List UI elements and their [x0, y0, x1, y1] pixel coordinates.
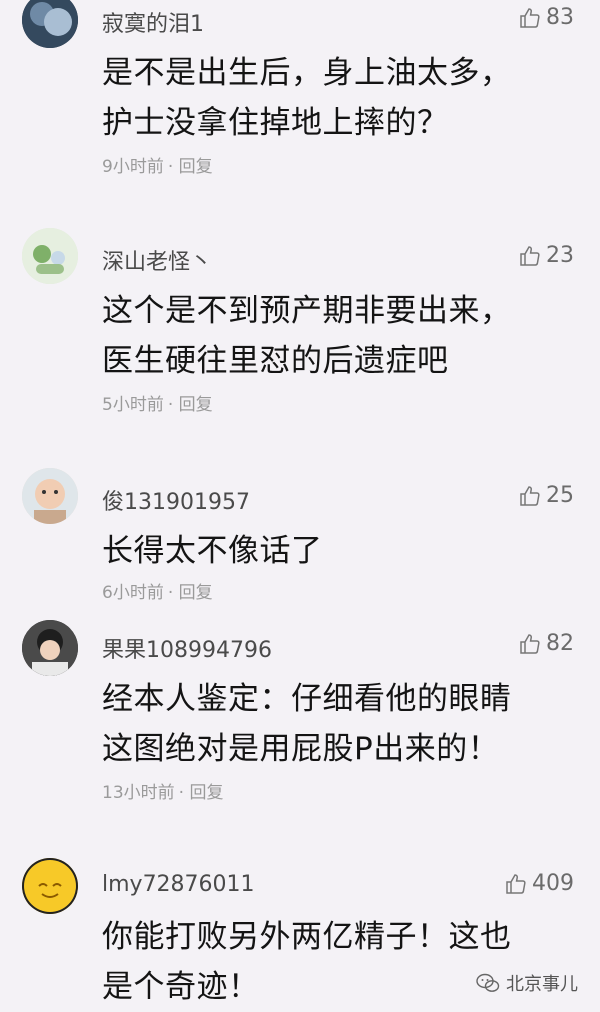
- timestamp: 13小时前: [102, 783, 175, 803]
- like-count: 409: [532, 871, 574, 896]
- reply-link[interactable]: · 回复: [179, 783, 224, 803]
- username[interactable]: 果果108994796: [102, 632, 272, 664]
- thumbs-up-icon: [520, 485, 540, 506]
- like-count: 82: [546, 631, 574, 656]
- like-count: 83: [546, 5, 574, 30]
- reply-link[interactable]: · 回复: [168, 395, 213, 415]
- username[interactable]: lmy72876011: [102, 872, 255, 897]
- username[interactable]: 寂寞的泪1: [102, 6, 204, 38]
- like-count: 25: [546, 483, 574, 508]
- wechat-icon: [476, 973, 500, 992]
- watermark: 北京事儿: [476, 970, 578, 996]
- username[interactable]: 俊131901957: [102, 484, 250, 516]
- like-button[interactable]: 23: [518, 243, 574, 268]
- thumbs-up-icon: [520, 633, 540, 654]
- avatar[interactable]: [22, 228, 78, 284]
- reply-link[interactable]: · 回复: [168, 157, 213, 177]
- watermark-text: 北京事儿: [506, 974, 578, 995]
- timestamp: 5小时前: [102, 395, 164, 415]
- timestamp: 6小时前: [102, 583, 164, 603]
- like-count: 23: [546, 243, 574, 268]
- avatar[interactable]: [22, 0, 78, 48]
- like-button[interactable]: 82: [518, 631, 574, 656]
- avatar[interactable]: [22, 620, 78, 676]
- like-button[interactable]: 25: [518, 483, 574, 508]
- reply-link[interactable]: · 回复: [168, 583, 213, 603]
- thumbs-up-icon: [520, 7, 540, 28]
- comment-meta: 5小时前 · 回复: [102, 390, 213, 415]
- like-button[interactable]: 409: [504, 871, 574, 896]
- comment-text: 是不是出生后，身上油太多， 护士没拿住掉地上摔的？: [102, 55, 512, 141]
- avatar[interactable]: [22, 858, 78, 914]
- avatar[interactable]: [22, 468, 78, 524]
- thumbs-up-icon: [520, 245, 540, 266]
- comment-text: 这个是不到预产期非要出来， 医生硬往里怼的后遗症吧: [102, 293, 512, 379]
- comment-meta: 9小时前 · 回复: [102, 152, 213, 177]
- comment-meta: 6小时前 · 回复: [102, 578, 213, 603]
- comment-meta: 13小时前 · 回复: [102, 778, 223, 803]
- thumbs-up-icon: [506, 873, 526, 894]
- like-button[interactable]: 83: [518, 5, 574, 30]
- comment-text: 长得太不像话了: [102, 533, 323, 569]
- comment-text: 经本人鉴定：仔细看他的眼睛 这图绝对是用屁股P出来的！: [102, 681, 512, 767]
- timestamp: 9小时前: [102, 157, 164, 177]
- username[interactable]: 深山老怪丶: [102, 244, 212, 276]
- comment-text: 你能打败另外两亿精子！这也 是个奇迹！: [102, 919, 512, 1005]
